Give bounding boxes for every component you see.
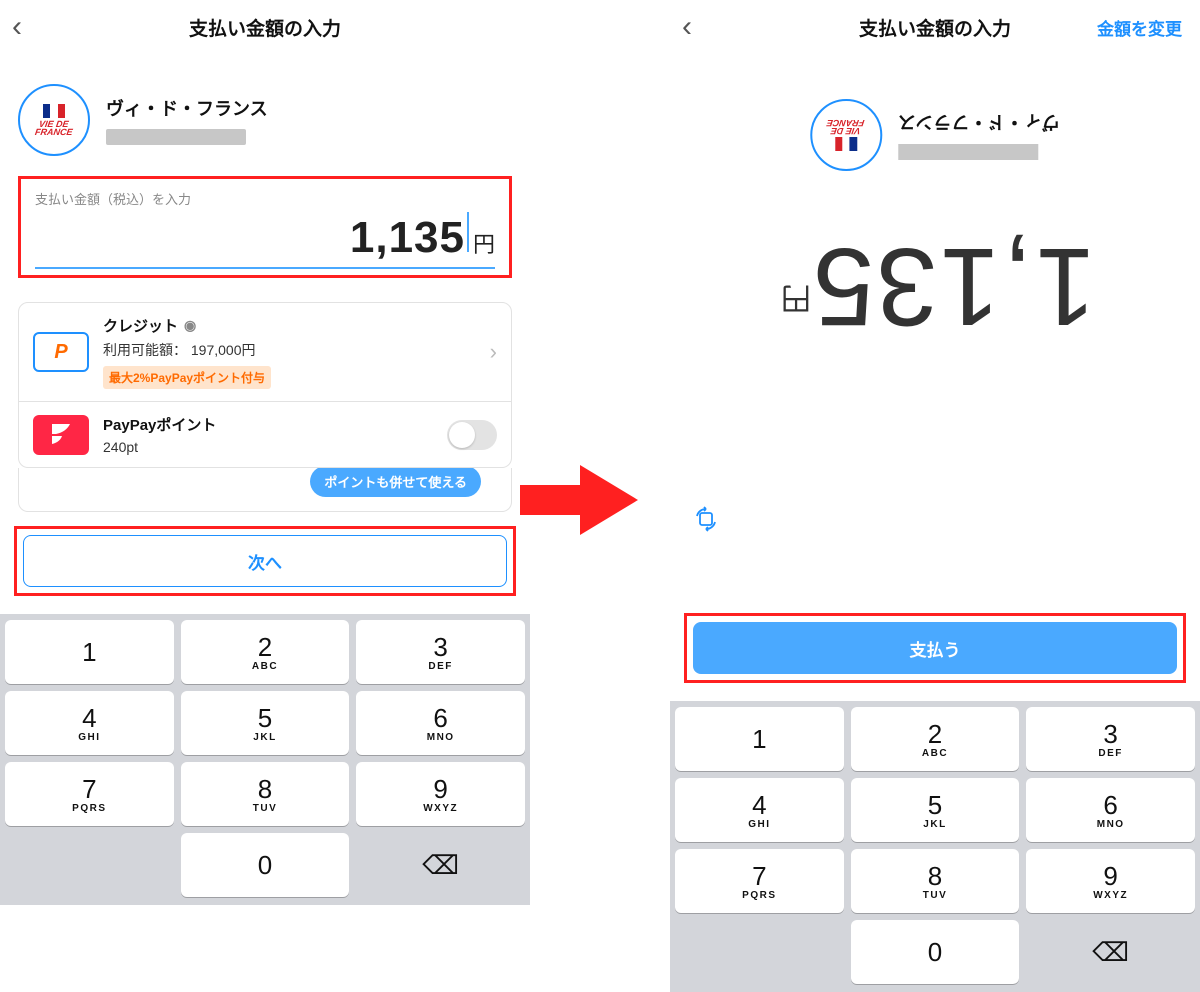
key-3[interactable]: 3DEF [356,620,525,684]
key-5[interactable]: 5JKL [851,778,1020,842]
key-4[interactable]: 4GHI [675,778,844,842]
merchant-logo: VIE DE FRANCE [810,99,882,171]
redacted-bar [106,129,246,145]
paypay-icon [33,415,89,455]
amount-value: 1,135 [350,213,465,263]
logo-text-bottom: FRANCE [35,128,74,136]
pm-credit-limit-label: 利用可能額： [103,342,187,358]
payment-method-list: P クレジット ◉ 利用可能額： 197,000円 最大2%PayPayポイント… [18,302,512,512]
next-button-highlight: 次へ [14,526,516,596]
redacted-bar [898,144,1038,160]
change-amount-button[interactable]: 金額を変更 [1097,15,1182,40]
key-9[interactable]: 9WXYZ [1026,849,1195,913]
key-9[interactable]: 9WXYZ [356,762,525,826]
confirm-merchant-name: ヴィ・ド・フランス [898,110,1060,136]
pm-credit-title: クレジット [103,315,178,336]
points-toggle[interactable] [447,420,497,450]
key-7[interactable]: 7PQRS [675,849,844,913]
key-5[interactable]: 5JKL [181,691,350,755]
logo-text-top: VIE DE [831,127,862,135]
next-button[interactable]: 次へ [23,535,507,587]
logo-text-bottom: FRANCE [827,119,866,127]
key-7[interactable]: 7PQRS [5,762,174,826]
key-blank [675,920,844,984]
key-3[interactable]: 3DEF [1026,707,1195,771]
key-6[interactable]: 6MNO [356,691,525,755]
text-cursor [467,212,469,252]
key-backspace[interactable]: ⌫ [1026,920,1195,984]
flipped-display: 1,135 円 ヴィ・ド・フランス VIE DE FRANCE [670,54,1200,347]
payment-method-credit[interactable]: P クレジット ◉ 利用可能額： 197,000円 最大2%PayPayポイント… [18,302,512,402]
key-8[interactable]: 8TUV [181,762,350,826]
key-0[interactable]: 0 [181,833,350,897]
chevron-right-icon: › [490,339,497,365]
key-1[interactable]: 1 [5,620,174,684]
key-backspace[interactable]: ⌫ [356,833,525,897]
pm-points-value: 240pt [103,439,447,455]
pm-points-title: PayPayポイント [103,414,216,435]
key-2[interactable]: 2ABC [181,620,350,684]
key-4[interactable]: 4GHI [5,691,174,755]
amount-input-box[interactable]: 支払い金額（税込）を入力 1,135 円 [18,176,512,278]
merchant-name: ヴィ・ド・フランス [106,95,268,121]
france-flag-icon [43,104,65,118]
key-2[interactable]: 2ABC [851,707,1020,771]
key-blank [5,833,174,897]
key-0[interactable]: 0 [851,920,1020,984]
transition-arrow-icon [520,460,640,540]
payment-method-points[interactable]: PayPayポイント 240pt [18,402,512,468]
header: ‹ 支払い金額の入力 [0,0,530,54]
key-1[interactable]: 1 [675,707,844,771]
key-8[interactable]: 8TUV [851,849,1020,913]
merchant-row: VIE DE FRANCE ヴィ・ド・フランス [0,54,530,176]
payment-method-extra[interactable]: ポイントも併せて使える [18,468,512,512]
confirm-amount-unit: 円 [781,279,811,323]
rotate-icon[interactable] [692,505,720,536]
points-tooltip: ポイントも併せて使える [310,468,481,497]
amount-label: 支払い金額（税込）を入力 [35,189,495,208]
screen-confirm-payment: ‹ 支払い金額の入力 金額を変更 1,135 円 ヴィ・ド・フランス VIE D [670,0,1200,992]
pay-button-highlight: 支払う [684,613,1186,683]
key-6[interactable]: 6MNO [1026,778,1195,842]
pm-credit-badge: 最大2%PayPayポイント付与 [103,366,271,389]
numeric-keypad: 12ABC3DEF 4GHI5JKL6MNO 7PQRS8TUV9WXYZ0⌫ [0,614,530,905]
credit-card-icon: P [33,332,89,372]
eye-icon[interactable]: ◉ [184,317,196,334]
pay-button[interactable]: 支払う [693,622,1177,674]
screen-enter-amount: ‹ 支払い金額の入力 VIE DE FRANCE ヴィ・ド・フランス 支払い金額… [0,0,530,992]
confirm-amount-value: 1,135 [811,231,1096,341]
numeric-keypad: 12ABC3DEF 4GHI5JKL6MNO 7PQRS8TUV9WXYZ0⌫ [670,701,1200,992]
merchant-logo: VIE DE FRANCE [18,84,90,156]
pm-credit-limit-value: 197,000円 [191,342,256,358]
france-flag-icon [835,137,857,151]
header: ‹ 支払い金額の入力 金額を変更 [670,0,1200,54]
amount-unit: 円 [473,227,495,259]
header-title: 支払い金額の入力 [0,14,530,41]
